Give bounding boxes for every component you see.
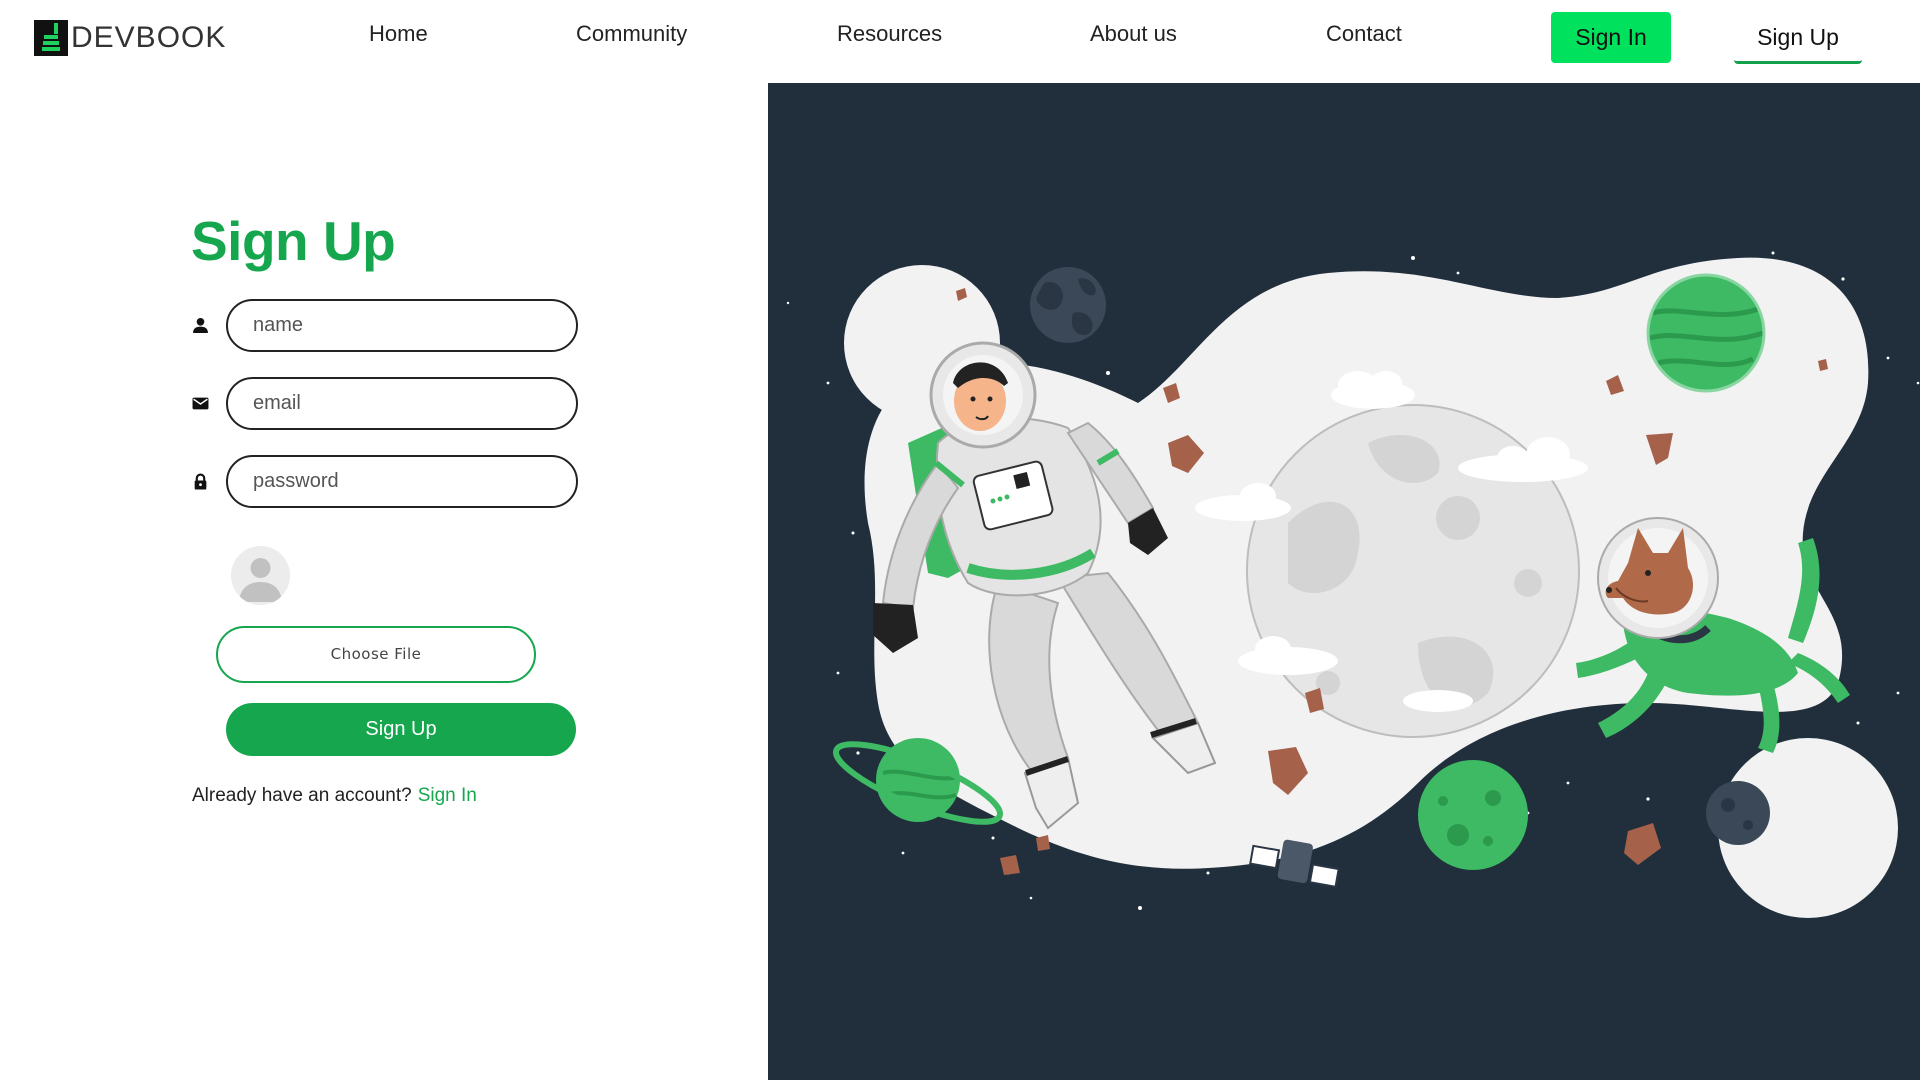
password-field-row bbox=[192, 455, 578, 509]
name-input[interactable] bbox=[226, 299, 578, 352]
brand-name: DEVBOOK bbox=[71, 21, 227, 54]
person-icon bbox=[193, 317, 208, 333]
dark-moon-planet bbox=[1706, 781, 1770, 845]
password-input[interactable] bbox=[226, 455, 578, 508]
signin-prompt-text: Already have an account? bbox=[192, 785, 412, 806]
nav-signup-button[interactable]: Sign Up bbox=[1734, 12, 1862, 64]
brand-logo[interactable]: DEVBOOK bbox=[34, 20, 226, 56]
nav-link-home[interactable]: Home bbox=[369, 21, 428, 47]
devbook-logo-icon bbox=[34, 20, 68, 56]
astronaut-space-illustration bbox=[786, 251, 1920, 918]
email-input[interactable] bbox=[226, 377, 578, 430]
nav-link-contact[interactable]: Contact bbox=[1326, 21, 1402, 47]
signin-link[interactable]: Sign In bbox=[418, 785, 477, 806]
top-navbar: DEVBOOK Home Community Resources About u… bbox=[0, 0, 1920, 83]
email-field-row bbox=[192, 377, 578, 431]
signin-prompt: Already have an account? Sign In bbox=[192, 784, 477, 808]
nav-link-about-us[interactable]: About us bbox=[1090, 21, 1177, 47]
lock-icon bbox=[194, 473, 207, 490]
green-moon-planet bbox=[1418, 760, 1528, 870]
space-illustration-panel bbox=[768, 83, 1920, 1080]
avatar-preview bbox=[231, 546, 290, 605]
signup-submit-button[interactable]: Sign Up bbox=[226, 703, 576, 756]
earth-planet bbox=[1030, 267, 1106, 343]
nav-signin-button[interactable]: Sign In bbox=[1551, 12, 1671, 63]
envelope-icon bbox=[192, 397, 209, 410]
green-striped-planet bbox=[1646, 273, 1766, 393]
choose-file-button[interactable]: Choose File bbox=[216, 626, 536, 683]
avatar-placeholder-icon bbox=[231, 546, 290, 605]
nav-link-community[interactable]: Community bbox=[576, 21, 687, 47]
name-field-row bbox=[192, 299, 578, 353]
page-title: Sign Up bbox=[191, 210, 396, 272]
nav-link-resources[interactable]: Resources bbox=[837, 21, 942, 47]
